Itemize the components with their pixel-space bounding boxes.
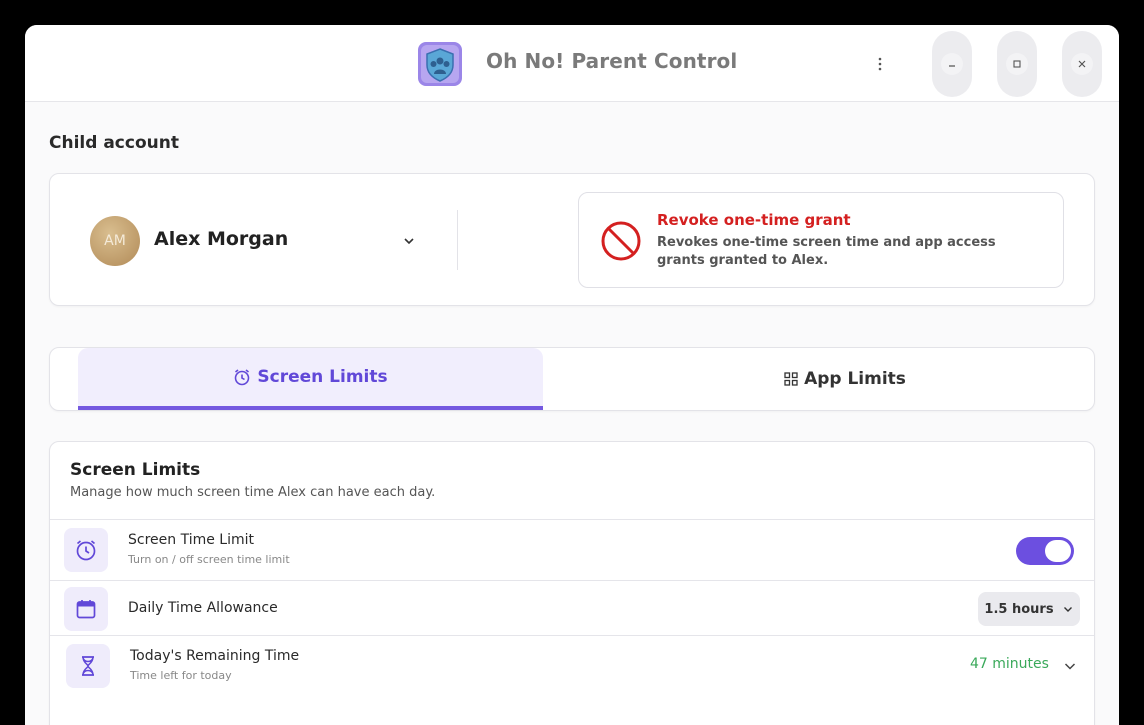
menu-icon (878, 57, 882, 71)
daily-allowance-select[interactable]: 1.5 hours (978, 592, 1080, 626)
remaining-time-value: 47 minutes (970, 656, 1049, 672)
minimize-button[interactable] (932, 31, 972, 97)
tab-bar: Screen Limits App Limits (49, 347, 1095, 411)
remaining-time-row[interactable]: Today's Remaining Time Time left for tod… (50, 635, 1094, 725)
child-account-card: AM Alex Morgan Revoke one-time grant Rev… (49, 173, 1095, 306)
menu-button[interactable] (867, 49, 893, 79)
chevron-down-icon[interactable] (1062, 658, 1078, 674)
tab-app-limits[interactable]: App Limits (610, 348, 1080, 410)
screen-time-limit-row: Screen Time Limit Turn on / off screen t… (50, 519, 1094, 580)
title-bar: Oh No! Parent Control (25, 25, 1119, 102)
screen-time-limit-title: Screen Time Limit (128, 532, 254, 548)
window-title: Oh No! Parent Control (486, 49, 738, 73)
app-window: Oh No! Parent Control Child account AM A… (25, 25, 1119, 725)
child-selector[interactable]: Alex Morgan (154, 228, 288, 250)
divider (457, 210, 458, 270)
row-icon-box (64, 528, 108, 572)
remaining-time-title: Today's Remaining Time (130, 648, 300, 664)
calendar-icon (76, 600, 96, 619)
revoke-grant-button[interactable]: Revoke one-time grant Revokes one-time s… (578, 192, 1064, 288)
daily-allowance-value: 1.5 hours (984, 601, 1054, 617)
maximize-icon (1013, 60, 1021, 68)
screen-time-limit-subtitle: Turn on / off screen time limit (128, 553, 290, 566)
avatar: AM (90, 216, 140, 266)
remaining-time-subtitle: Time left for today (130, 669, 232, 682)
tab-app-limits-label: App Limits (804, 369, 906, 389)
row-icon-box (64, 587, 108, 631)
revoke-description: Revokes one-time screen time and app acc… (657, 235, 996, 268)
hourglass-icon (82, 656, 94, 676)
close-button[interactable] (1062, 31, 1102, 97)
screen-limits-subtitle: Manage how much screen time Alex can hav… (70, 485, 436, 500)
daily-allowance-title: Daily Time Allowance (128, 600, 278, 616)
close-icon (1078, 60, 1086, 68)
revoke-title: Revoke one-time grant (657, 211, 851, 229)
chevron-down-icon (1063, 607, 1072, 612)
daily-allowance-row: Daily Time Allowance 1.5 hours (50, 580, 1094, 635)
toggle-knob (1045, 540, 1071, 562)
tab-screen-limits-label: Screen Limits (257, 367, 388, 387)
screen-limits-card: Screen Limits Manage how much screen tim… (49, 441, 1095, 725)
grid-icon (784, 372, 798, 386)
chevron-down-icon[interactable] (400, 232, 418, 250)
alarm-clock-icon (235, 369, 250, 386)
alarm-clock-icon (76, 540, 96, 561)
prohibited-icon (601, 221, 641, 261)
tab-screen-limits[interactable]: Screen Limits (78, 348, 543, 410)
app-logo-icon (418, 42, 462, 86)
maximize-button[interactable] (997, 31, 1037, 97)
screen-time-limit-toggle[interactable] (1016, 537, 1074, 565)
screen-limits-title: Screen Limits (70, 460, 201, 480)
minimize-icon (949, 65, 955, 67)
row-icon-box (66, 644, 110, 688)
child-account-heading: Child account (49, 133, 179, 153)
